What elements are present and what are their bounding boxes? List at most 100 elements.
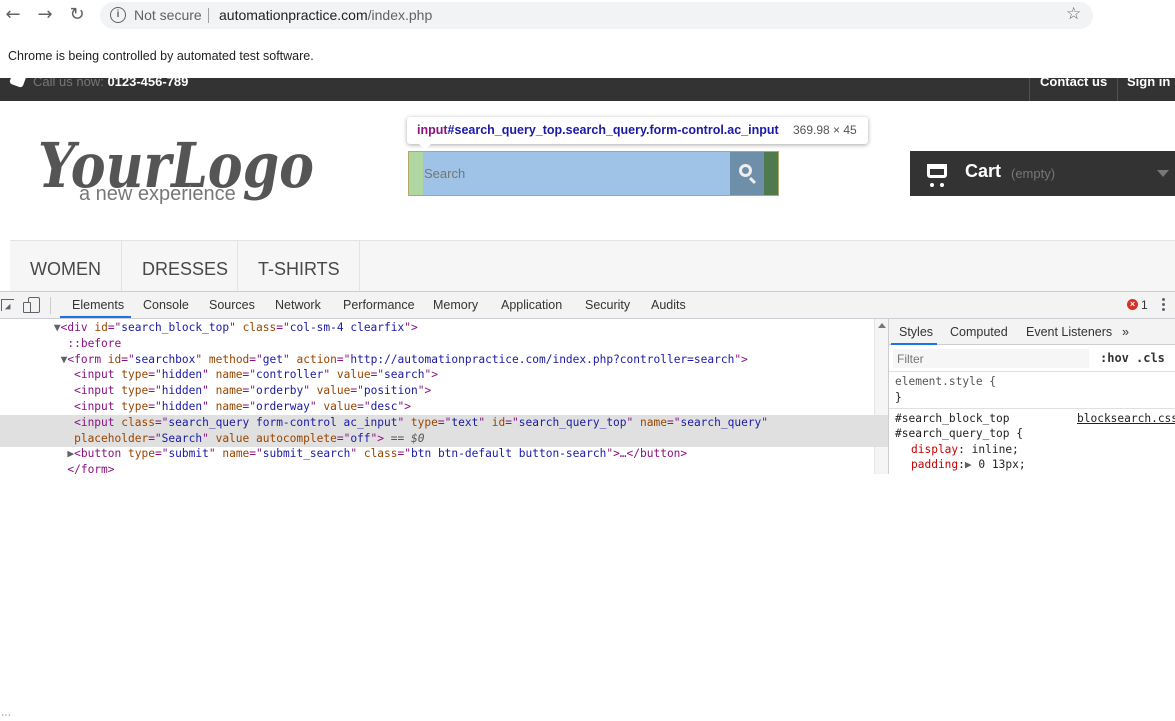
dom-token: " [202, 384, 216, 398]
tab-performance[interactable]: Performance [343, 298, 415, 312]
logo[interactable]: YourLogo a new experience [36, 125, 326, 205]
element-style-selector[interactable]: element.style { [895, 375, 996, 388]
info-icon[interactable]: i [110, 7, 126, 23]
styles-filter-input[interactable] [893, 349, 1089, 368]
styles-pane: Styles Computed Event Listeners » :hov .… [888, 319, 1175, 474]
error-icon[interactable]: × [1127, 299, 1138, 310]
dom-token: " [202, 368, 216, 382]
dom-token: <button [74, 447, 128, 461]
dom-token: <form [67, 352, 108, 366]
collapse-triangle-icon[interactable]: ▼ [54, 321, 61, 334]
prop-value: inline; [971, 443, 1019, 456]
security-label: Not secure [134, 7, 202, 23]
tab-application[interactable]: Application [501, 298, 562, 312]
menu-item-dresses[interactable]: DRESSES [122, 241, 238, 292]
rule-selector-1[interactable]: #search_block_top [895, 412, 1010, 425]
active-tab-indicator [60, 316, 131, 318]
tab-console[interactable]: Console [143, 298, 189, 312]
tab-network[interactable]: Network [275, 298, 321, 312]
expand-triangle-icon[interactable]: ▶ [965, 458, 972, 471]
rule-selector-2[interactable]: #search_query_top { [895, 427, 1023, 440]
more-options-icon[interactable] [1162, 298, 1165, 313]
topbar-divider [1117, 78, 1118, 101]
dom-token: value [316, 384, 351, 398]
dom-token: id [491, 415, 506, 429]
dom-token: =" [148, 431, 162, 445]
menu-item-women[interactable]: WOMEN [10, 241, 122, 292]
cart-status: (empty) [1011, 166, 1056, 181]
sign-in-link[interactable]: Sign in [1127, 78, 1170, 89]
search-input[interactable] [423, 152, 730, 195]
dom-node[interactable]: <input type="hidden" name="orderby" valu… [0, 383, 888, 399]
tab-audits[interactable]: Audits [651, 298, 686, 312]
dom-token: btn btn-default button-search [411, 447, 607, 461]
dom-token: value autocomplete [215, 431, 337, 445]
dom-token: name [215, 368, 243, 382]
css-property-padding[interactable]: padding:▶ 0 13px; [911, 458, 1026, 471]
elements-tree[interactable]: ▼<div id="search_block_top" class="col-s… [0, 319, 888, 474]
dom-node[interactable]: ▶<button type="submit" name="submit_sear… [0, 446, 888, 462]
dom-node[interactable]: <input type="hidden" name="orderway" val… [0, 399, 888, 415]
tab-memory[interactable]: Memory [433, 298, 478, 312]
rule-source-link[interactable]: blocksearch.css [1077, 412, 1175, 425]
dom-token: orderby [256, 384, 304, 398]
class-toggle[interactable]: .cls [1136, 351, 1165, 365]
star-icon[interactable]: ☆ [1066, 4, 1081, 24]
dom-token: type [121, 368, 149, 382]
url-text[interactable]: automationpractice.com/index.php [219, 7, 432, 23]
dom-token: class [242, 321, 277, 334]
hover-state-toggle[interactable]: :hov [1100, 351, 1129, 365]
prop-name: display [911, 443, 959, 456]
dom-token: placeholder [74, 431, 149, 445]
dom-token: http://automationpractice.com/index.php?… [350, 352, 735, 366]
dom-token: =" [249, 447, 263, 461]
arrow-right-icon[interactable]: → [34, 4, 56, 26]
dom-token: =" [336, 352, 351, 366]
dom-token: action [296, 352, 337, 366]
tab-computed[interactable]: Computed [950, 325, 1008, 339]
contact-us-link[interactable]: Contact us [1040, 78, 1107, 89]
menu-item-tshirts[interactable]: T-SHIRTS [238, 241, 360, 292]
prop-name: padding [911, 458, 959, 471]
dom-node[interactable]: ::before [0, 336, 888, 352]
dom-token: =" [154, 447, 169, 461]
address-bar[interactable]: i Not secure automationpractice.com/inde… [100, 2, 1093, 29]
inspect-icon[interactable] [1, 299, 14, 311]
dom-node[interactable]: ▼<form id="searchbox" method="get" actio… [0, 352, 888, 368]
error-count[interactable]: 1 [1141, 298, 1148, 312]
dom-token: search_query form-control ac_input [168, 415, 398, 429]
dom-token: controller [256, 368, 324, 382]
dom-node[interactable]: ▼<div id="search_block_top" class="col-s… [0, 320, 888, 336]
collapse-triangle-icon[interactable]: ▼ [54, 353, 68, 366]
tab-event-listeners[interactable]: Event Listeners [1026, 325, 1112, 339]
reload-icon[interactable]: ↻ [66, 4, 88, 26]
dom-node[interactable]: <input type="hidden" name="controller" v… [0, 367, 888, 383]
css-property-display[interactable]: display: inline; [911, 443, 1019, 456]
search-button[interactable] [730, 152, 764, 195]
dom-token: =" [242, 384, 257, 398]
dom-token: "> [417, 384, 432, 398]
more-tabs-icon[interactable]: » [1122, 325, 1129, 339]
device-toolbar-icon[interactable] [23, 297, 40, 313]
tab-elements[interactable]: Elements [72, 298, 124, 312]
dom-token: class [363, 447, 398, 461]
arrow-left-icon[interactable]: ← [2, 4, 24, 26]
dom-token: ">…</button> [606, 447, 688, 461]
dom-node-selected[interactable]: <input class="search_query form-control … [0, 414, 888, 431]
dom-token: " [202, 431, 216, 445]
dom-node-selected[interactable]: placeholder="Search" value autocomplete=… [0, 430, 888, 447]
dom-token: "> [424, 368, 438, 382]
tab-sources[interactable]: Sources [209, 298, 255, 312]
dom-token: position [363, 384, 418, 398]
call-us: Call us now: 0123-456-789 [33, 78, 188, 89]
tab-security[interactable]: Security [585, 298, 630, 312]
tab-styles[interactable]: Styles [899, 325, 933, 339]
dom-token: " [229, 321, 243, 334]
cart-button[interactable]: Cart (empty) [910, 151, 1175, 196]
dom-token: search_query_top [518, 415, 627, 429]
browser-toolbar: ← → ↻ i Not secure automationpractice.co… [0, 0, 1175, 31]
dom-token: value [323, 400, 358, 413]
dom-node[interactable]: </form> [0, 462, 888, 474]
topbar-divider [1029, 78, 1030, 101]
